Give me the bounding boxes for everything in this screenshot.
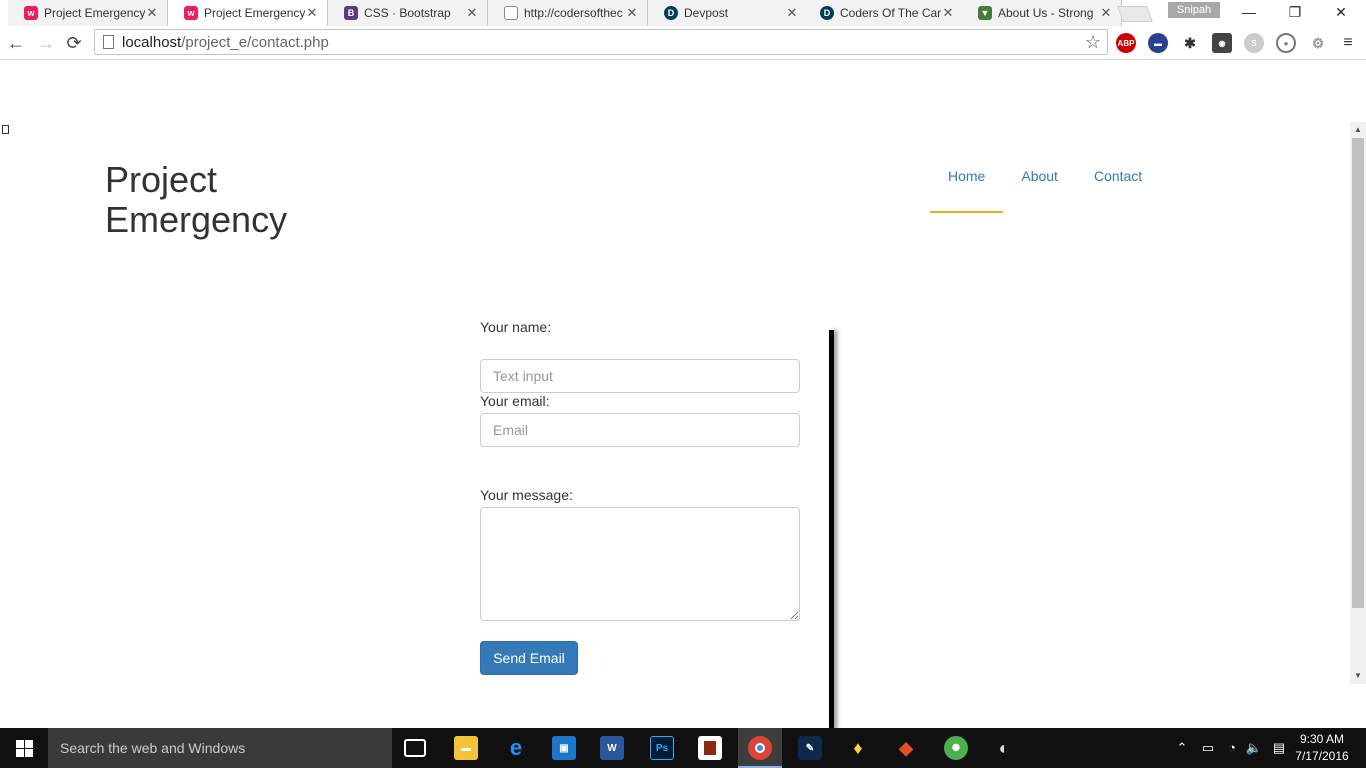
task-view-icon[interactable] — [404, 739, 426, 757]
restore-icon[interactable]: ❐ — [1272, 0, 1318, 26]
show-hidden-icons-icon[interactable]: ⌃ — [1172, 728, 1192, 768]
file-explorer-icon[interactable]: ▬ — [454, 736, 478, 760]
bug-extension-icon[interactable]: ✱ — [1180, 33, 1200, 53]
nav-contact[interactable]: Contact — [1076, 159, 1160, 213]
git-icon[interactable]: ◆ — [894, 736, 918, 760]
close-window-icon[interactable]: ✕ — [1318, 0, 1364, 26]
clock-time: 9:30 AM — [1299, 732, 1345, 746]
close-tab-icon[interactable]: ✕ — [145, 5, 159, 21]
battery-icon[interactable]: ▭ — [1198, 728, 1218, 768]
tab-title: Project Emergency — [44, 6, 145, 20]
email-input[interactable] — [480, 413, 800, 447]
nav-home[interactable]: Home — [930, 159, 1004, 213]
forward-icon[interactable]: → — [34, 31, 58, 55]
reload-icon[interactable]: ⟳ — [62, 31, 86, 55]
tab-about-us[interactable]: ▼ About Us - Strong ✕ — [962, 0, 1122, 26]
missing-glyph-icon — [2, 125, 9, 134]
note-app-icon[interactable]: ✎ — [798, 736, 822, 760]
book-app-icon[interactable] — [698, 736, 722, 760]
minimize-icon[interactable]: — — [1226, 0, 1272, 26]
close-tab-icon[interactable]: ✕ — [465, 5, 479, 21]
page-scrollbar[interactable]: ▲ ▼ — [1350, 122, 1366, 684]
address-bar[interactable]: localhost/project_e/contact.php ☆ — [94, 29, 1108, 55]
wamp-icon: w — [24, 6, 38, 20]
send-email-button[interactable]: Send Email — [480, 641, 578, 675]
site-brand[interactable]: Project Emergency — [105, 160, 345, 240]
back-icon[interactable]: ← — [4, 31, 28, 55]
devpost-icon: D — [820, 6, 834, 20]
close-tab-icon[interactable]: ✕ — [305, 5, 319, 21]
url-host: localhost — [122, 33, 182, 51]
wifi-icon[interactable]: ◔ — [1222, 728, 1242, 768]
browser-toolbar: ← → ⟳ localhost/project_e/contact.php ☆ … — [0, 26, 1366, 60]
tab-css-bootstrap[interactable]: B CSS · Bootstrap ✕ — [328, 0, 488, 26]
shield-icon: ▼ — [978, 6, 992, 20]
page-icon — [504, 6, 518, 20]
action-center-icon[interactable]: ▤ — [1268, 728, 1290, 768]
circle-extension-icon[interactable]: ● — [1276, 33, 1296, 53]
tab-title: Project Emergency — [204, 6, 305, 20]
tab-title: CSS · Bootstrap — [364, 6, 451, 20]
start-button[interactable] — [0, 728, 48, 768]
brand-line-1: Project — [105, 159, 218, 200]
devpost-icon: D — [664, 6, 678, 20]
close-tab-icon[interactable]: ✕ — [1099, 5, 1113, 21]
url-path: /project_e/contact.php — [181, 33, 329, 51]
scrollbar-thumb[interactable] — [1352, 138, 1364, 608]
tab-strip: w Project Emergency ✕ w Project Emergenc… — [0, 0, 1366, 26]
message-label: Your message: — [480, 487, 573, 503]
lightbulb-app-icon[interactable]: ♦ — [846, 736, 870, 760]
tab-title: http://codersofthec — [524, 6, 623, 20]
windows-taskbar: Search the web and Windows ▬ e ▣ W Ps ✎ … — [0, 728, 1366, 768]
photoshop-icon[interactable]: Ps — [650, 736, 674, 760]
store-icon[interactable]: ▣ — [552, 736, 576, 760]
menu-icon[interactable]: ≡ — [1338, 33, 1358, 53]
tab-title: Coders Of The Cari — [840, 6, 941, 20]
clock-date: 7/17/2016 — [1295, 749, 1349, 763]
close-tab-icon[interactable]: ✕ — [785, 5, 799, 21]
close-tab-icon[interactable]: ✕ — [625, 5, 639, 21]
scroll-up-icon[interactable]: ▲ — [1350, 122, 1366, 138]
bookmark-star-icon[interactable]: ☆ — [1085, 32, 1101, 53]
name-label: Your name: — [480, 319, 552, 335]
vertical-divider — [829, 330, 834, 728]
windows-logo-icon — [15, 739, 33, 757]
tab-devpost[interactable]: D Devpost ✕ — [648, 0, 808, 26]
skype-icon[interactable]: S — [1244, 33, 1264, 53]
tab-coders-of-the-caribbean[interactable]: D Coders Of The Cari ✕ — [804, 0, 964, 26]
chrome-icon[interactable] — [748, 736, 772, 760]
page-icon — [103, 35, 114, 49]
scroll-down-icon[interactable]: ▼ — [1350, 668, 1366, 684]
close-tab-icon[interactable]: ✕ — [941, 5, 955, 21]
wamp-icon: w — [184, 6, 198, 20]
page-viewport: Project Emergency Home About Contact You… — [0, 61, 1350, 728]
message-textarea[interactable] — [480, 507, 800, 621]
taskbar-clock[interactable]: 9:30 AM 7/17/2016 — [1292, 731, 1352, 765]
name-input[interactable] — [480, 359, 800, 393]
flag-extension-icon[interactable]: ▬ — [1148, 33, 1168, 53]
word-icon[interactable]: W — [600, 736, 624, 760]
tab-project-emergency-2[interactable]: w Project Emergency ✕ — [168, 0, 328, 26]
profile-button[interactable]: Snipah — [1168, 2, 1220, 18]
edge-icon[interactable]: e — [504, 735, 528, 760]
main-nav: Home About Contact — [930, 159, 1160, 213]
bulb-extension-icon[interactable]: ◉ — [1212, 33, 1232, 53]
atom-app-icon[interactable]: ✺ — [944, 736, 968, 760]
puzzle-extension-icon[interactable]: ⚙ — [1308, 33, 1328, 53]
taskbar-search-box[interactable]: Search the web and Windows — [48, 728, 392, 768]
tab-codersofthe[interactable]: http://codersofthec ✕ — [488, 0, 648, 26]
bootstrap-icon: B — [344, 6, 358, 20]
volume-icon[interactable]: 🔈 — [1244, 728, 1264, 768]
paint-icon[interactable]: ◐ — [992, 736, 1016, 760]
tab-title: About Us - Strong — [998, 6, 1094, 20]
adblock-plus-icon[interactable]: ABP — [1116, 33, 1136, 53]
brand-line-2: Emergency — [105, 199, 288, 240]
new-tab-button[interactable] — [1117, 6, 1153, 22]
email-label: Your email: — [480, 393, 550, 409]
tab-project-emergency-1[interactable]: w Project Emergency ✕ — [8, 0, 168, 26]
nav-about[interactable]: About — [1003, 159, 1076, 213]
tab-title: Devpost — [684, 6, 729, 20]
